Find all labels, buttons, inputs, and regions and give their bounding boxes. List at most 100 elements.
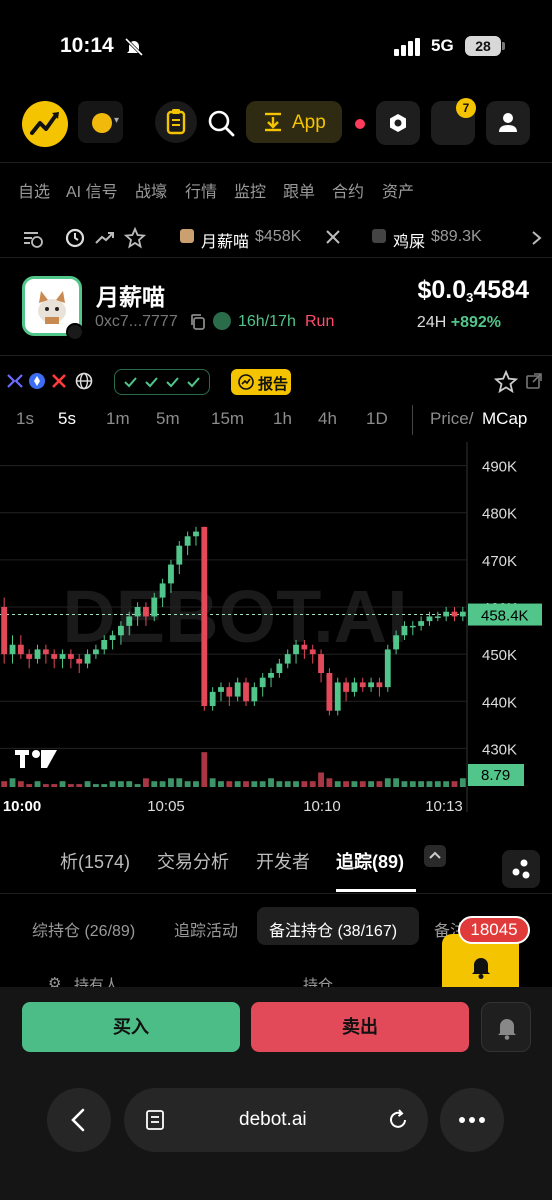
chain-selector[interactable]: ▾: [78, 101, 123, 143]
volume-bar: [51, 784, 58, 787]
tab-developer[interactable]: 开发者: [256, 848, 310, 874]
volume-bar: [393, 778, 400, 787]
volume-bar: [318, 772, 324, 787]
watch-chip-name-2[interactable]: 鸡屎: [393, 228, 425, 252]
website-globe-icon[interactable]: [75, 372, 93, 395]
timeframe-15m[interactable]: 15m: [211, 409, 244, 429]
timeframe-1h[interactable]: 1h: [273, 409, 292, 429]
mode-mcap[interactable]: MCap: [482, 409, 527, 429]
subtab-tracking-activity[interactable]: 追踪活动: [174, 917, 238, 941]
volume-bar: [42, 784, 49, 787]
battery-level: 28: [465, 36, 501, 56]
timeframe-1m[interactable]: 1m: [106, 409, 130, 429]
network-type: 5G: [431, 36, 454, 55]
candle-body: [251, 687, 258, 702]
chevron-left-icon: [71, 1108, 85, 1132]
nav-item-watchlist[interactable]: 自选: [18, 178, 50, 202]
volume-bar: [226, 781, 233, 787]
subtab-noted-holdings-label: 备注持仓 (38/167): [269, 923, 398, 940]
candle-body: [109, 635, 116, 640]
trending-icon[interactable]: [94, 227, 116, 254]
history-icon[interactable]: [64, 227, 86, 254]
candle-body: [326, 673, 333, 711]
close-icon[interactable]: [324, 228, 342, 251]
nav-item-monitor[interactable]: 监控: [234, 178, 266, 202]
y-tick-label: 490K: [482, 459, 517, 476]
volume-bar: [193, 781, 199, 787]
subtab-total-holdings[interactable]: 综持仓 (26/89): [32, 917, 135, 941]
x-icon[interactable]: [50, 372, 68, 395]
menu-button[interactable]: [502, 850, 540, 888]
volume-bar: [92, 784, 99, 787]
volume-bar: [118, 781, 124, 787]
reader-icon[interactable]: [144, 1108, 168, 1132]
filter-clock-icon[interactable]: [22, 227, 44, 254]
tab-holders[interactable]: 析(1574): [60, 848, 130, 874]
profile-button[interactable]: [486, 101, 530, 145]
volume-bar: [418, 781, 425, 787]
search-button[interactable]: [204, 106, 238, 140]
download-app-button[interactable]: App: [246, 101, 342, 143]
chevron-right-icon[interactable]: [530, 229, 544, 252]
app-button-label: App: [292, 112, 326, 133]
volume-bar: [409, 781, 416, 787]
nav-item-copy-trade[interactable]: 跟单: [283, 178, 315, 202]
volume-bar: [109, 781, 116, 787]
volume-bar: [368, 781, 375, 787]
nav-item-assets[interactable]: 资产: [382, 178, 414, 202]
sell-button[interactable]: 卖出: [251, 1002, 469, 1052]
twitter-x-icon[interactable]: [6, 372, 24, 395]
browser-more-button[interactable]: [440, 1088, 504, 1152]
nav-item-trenches[interactable]: 战壕: [135, 178, 167, 202]
settings-button[interactable]: [376, 101, 420, 145]
status-bar: 10:14 5G 28: [0, 0, 552, 90]
watch-chip-price-2: $89.3K: [431, 228, 482, 245]
collapse-button[interactable]: [424, 845, 446, 867]
quick-watch-row: 月薪喵 $458K 鸡屎 $89.3K: [0, 222, 552, 254]
nav-item-futures[interactable]: 合约: [332, 178, 364, 202]
security-checks[interactable]: [114, 369, 210, 395]
star-icon[interactable]: [493, 369, 519, 399]
favorite-star-icon[interactable]: [123, 226, 147, 254]
nav-item-ai-signal[interactable]: AI 信号: [66, 178, 118, 202]
subtab-noted-holdings[interactable]: 备注持仓 (38/167): [257, 907, 419, 945]
reload-icon[interactable]: [386, 1108, 410, 1132]
timeframe-1d[interactable]: 1D: [366, 409, 388, 429]
candle-body: [393, 635, 400, 650]
candle-body: [17, 644, 24, 655]
copy-icon[interactable]: [189, 313, 207, 336]
clipboard-button[interactable]: [155, 101, 197, 143]
chart-watermark: DEBOT.AI: [62, 575, 407, 658]
timeframe-5m[interactable]: 5m: [156, 409, 180, 429]
price-chart[interactable]: DEBOT.AI 490K480K470K460K450K440K430K458…: [0, 442, 552, 825]
share-icon[interactable]: [526, 373, 542, 394]
timeframe-4h[interactable]: 4h: [318, 409, 337, 429]
nav-item-market[interactable]: 行情: [185, 178, 217, 202]
tab-tracking[interactable]: 追踪(89): [336, 848, 404, 874]
volume-bar: [201, 752, 208, 787]
mode-price[interactable]: Price/: [430, 409, 473, 429]
y-tick-label: 480K: [482, 506, 517, 523]
debot-logo[interactable]: [22, 101, 68, 147]
more-dots-icon: [459, 1117, 485, 1123]
buy-button[interactable]: 买入: [22, 1002, 240, 1052]
watch-chip-name-1[interactable]: 月薪喵: [201, 228, 249, 252]
candle-body: [243, 682, 249, 702]
volume-label: 8.79: [481, 767, 510, 784]
timeframe-1s[interactable]: 1s: [16, 409, 34, 429]
tab-trade-analysis[interactable]: 交易分析: [157, 848, 229, 874]
browser-back-button[interactable]: [47, 1088, 111, 1152]
volume-bar: [376, 781, 383, 787]
volume-bar: [34, 781, 41, 787]
browser-url-bar[interactable]: debot.ai: [124, 1088, 428, 1152]
price-change-24h: 24H +892%: [416, 314, 501, 331]
timeframe-5s[interactable]: 5s: [58, 409, 76, 429]
chain-explorer-icon[interactable]: [28, 372, 46, 395]
report-button[interactable]: 报告: [231, 369, 291, 395]
candle-body: [168, 564, 174, 584]
volume-bar: [1, 781, 8, 787]
alert-settings-button[interactable]: [481, 1002, 531, 1052]
token-status: Run: [305, 313, 335, 330]
chevron-up-icon: [429, 851, 441, 859]
volume-bar: [268, 778, 274, 787]
